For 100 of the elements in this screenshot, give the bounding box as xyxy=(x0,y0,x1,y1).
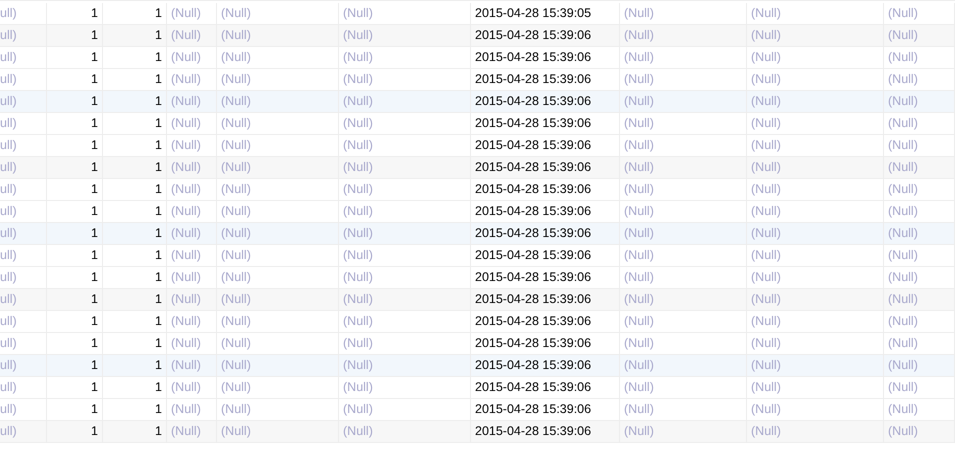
table-cell: (Null) xyxy=(747,289,884,310)
table-cell: (Null) xyxy=(884,267,955,288)
table-row[interactable]: ull) 1 1 (Null) (Null) (Null) 2015-04-28 15:39:06 (Null) (Null) (Null) xyxy=(0,355,955,377)
table-cell: 2015-04-28 15:39:06 xyxy=(471,69,620,90)
table-cell: (Null) xyxy=(167,421,217,442)
table-row[interactable]: ull) 1 1 (Null) (Null) (Null) 2015-04-28 15:39:06 (Null) (Null) (Null) xyxy=(0,333,955,355)
table-cell: 2015-04-28 15:39:06 xyxy=(471,47,620,68)
table-cell: (Null) xyxy=(167,245,217,266)
table-cell: (Null) xyxy=(620,399,747,420)
table-cell: (Null) xyxy=(167,201,217,222)
table-cell: (Null) xyxy=(620,377,747,398)
table-cell: ull) xyxy=(0,47,47,68)
table-cell: (Null) xyxy=(167,355,217,376)
table-cell: 1 xyxy=(103,245,167,266)
table-cell: ull) xyxy=(0,421,47,442)
table-cell: ull) xyxy=(0,135,47,156)
table-cell: (Null) xyxy=(217,421,339,442)
table-cell: (Null) xyxy=(217,311,339,332)
table-cell: (Null) xyxy=(747,91,884,112)
table-cell: (Null) xyxy=(217,47,339,68)
table-cell: (Null) xyxy=(339,399,471,420)
table-cell: (Null) xyxy=(884,3,955,24)
table-cell: (Null) xyxy=(339,377,471,398)
table-cell: ull) xyxy=(0,179,47,200)
table-cell: (Null) xyxy=(339,91,471,112)
table-cell: (Null) xyxy=(167,3,217,24)
table-cell: 1 xyxy=(103,3,167,24)
table-cell: (Null) xyxy=(217,135,339,156)
table-cell: (Null) xyxy=(884,201,955,222)
table-cell: (Null) xyxy=(884,311,955,332)
table-cell: 2015-04-28 15:39:06 xyxy=(471,333,620,354)
table-row[interactable]: ull) 1 1 (Null) (Null) (Null) 2015-04-28 15:39:06 (Null) (Null) (Null) xyxy=(0,179,955,201)
table-cell: (Null) xyxy=(339,267,471,288)
table-cell: 2015-04-28 15:39:06 xyxy=(471,91,620,112)
table-cell: (Null) xyxy=(167,157,217,178)
table-row[interactable]: ull) 1 1 (Null) (Null) (Null) 2015-04-28 15:39:06 (Null) (Null) (Null) xyxy=(0,377,955,399)
table-row[interactable]: ull) 1 1 (Null) (Null) (Null) 2015-04-28 15:39:06 (Null) (Null) (Null) xyxy=(0,91,955,113)
table-cell: (Null) xyxy=(339,421,471,442)
table-row[interactable]: ull) 1 1 (Null) (Null) (Null) 2015-04-28 15:39:06 (Null) (Null) (Null) xyxy=(0,201,955,223)
table-cell: (Null) xyxy=(747,179,884,200)
table-cell: (Null) xyxy=(620,69,747,90)
table-cell: (Null) xyxy=(747,201,884,222)
table-cell: (Null) xyxy=(167,135,217,156)
table-cell: (Null) xyxy=(339,201,471,222)
table-row[interactable]: ull) 1 1 (Null) (Null) (Null) 2015-04-28 15:39:06 (Null) (Null) (Null) xyxy=(0,421,955,443)
table-cell: (Null) xyxy=(167,399,217,420)
table-cell: 1 xyxy=(103,113,167,134)
table-cell: ull) xyxy=(0,69,47,90)
table-row[interactable]: ull) 1 1 (Null) (Null) (Null) 2015-04-28 15:39:05 (Null) (Null) (Null) xyxy=(0,3,955,25)
table-cell: (Null) xyxy=(339,245,471,266)
table-row[interactable]: ull) 1 1 (Null) (Null) (Null) 2015-04-28 15:39:06 (Null) (Null) (Null) xyxy=(0,47,955,69)
table-row[interactable]: ull) 1 1 (Null) (Null) (Null) 2015-04-28 15:39:06 (Null) (Null) (Null) xyxy=(0,113,955,135)
table-cell: 1 xyxy=(47,267,103,288)
table-row[interactable]: ull) 1 1 (Null) (Null) (Null) 2015-04-28 15:39:06 (Null) (Null) (Null) xyxy=(0,25,955,47)
table-cell: (Null) xyxy=(884,223,955,244)
table-cell: 2015-04-28 15:39:06 xyxy=(471,135,620,156)
table-cell: 1 xyxy=(103,223,167,244)
table-cell: (Null) xyxy=(339,47,471,68)
table-row[interactable]: ull) 1 1 (Null) (Null) (Null) 2015-04-28 15:39:06 (Null) (Null) (Null) xyxy=(0,223,955,245)
table-cell: (Null) xyxy=(747,69,884,90)
table-cell: (Null) xyxy=(167,25,217,46)
table-cell: 2015-04-28 15:39:06 xyxy=(471,267,620,288)
table-cell: (Null) xyxy=(884,377,955,398)
table-cell: 2015-04-28 15:39:06 xyxy=(471,223,620,244)
table-cell: (Null) xyxy=(747,3,884,24)
table-cell: (Null) xyxy=(167,311,217,332)
table-cell: (Null) xyxy=(884,333,955,354)
table-cell: ull) xyxy=(0,311,47,332)
table-cell: (Null) xyxy=(620,91,747,112)
table-cell: 1 xyxy=(103,135,167,156)
table-cell: 1 xyxy=(103,333,167,354)
table-cell: 2015-04-28 15:39:06 xyxy=(471,399,620,420)
table-cell: (Null) xyxy=(747,311,884,332)
table-row[interactable]: ull) 1 1 (Null) (Null) (Null) 2015-04-28 15:39:06 (Null) (Null) (Null) xyxy=(0,267,955,289)
table-cell: 2015-04-28 15:39:06 xyxy=(471,377,620,398)
table-row[interactable]: ull) 1 1 (Null) (Null) (Null) 2015-04-28 15:39:06 (Null) (Null) (Null) xyxy=(0,69,955,91)
table-cell: 1 xyxy=(47,421,103,442)
table-row[interactable]: ull) 1 1 (Null) (Null) (Null) 2015-04-28 15:39:06 (Null) (Null) (Null) xyxy=(0,245,955,267)
table-cell: (Null) xyxy=(620,3,747,24)
table-cell: 1 xyxy=(47,311,103,332)
table-cell: 1 xyxy=(103,47,167,68)
table-cell: (Null) xyxy=(747,47,884,68)
table-cell: (Null) xyxy=(620,333,747,354)
table-row[interactable]: ull) 1 1 (Null) (Null) (Null) 2015-04-28 15:39:06 (Null) (Null) (Null) xyxy=(0,157,955,179)
table-cell: (Null) xyxy=(620,201,747,222)
table-cell: 1 xyxy=(47,245,103,266)
table-cell: (Null) xyxy=(620,157,747,178)
table-cell: 2015-04-28 15:39:06 xyxy=(471,355,620,376)
table-cell: 1 xyxy=(47,179,103,200)
table-cell: (Null) xyxy=(747,421,884,442)
table-row[interactable]: ull) 1 1 (Null) (Null) (Null) 2015-04-28 15:39:06 (Null) (Null) (Null) xyxy=(0,399,955,421)
table-row[interactable]: ull) 1 1 (Null) (Null) (Null) 2015-04-28 15:39:06 (Null) (Null) (Null) xyxy=(0,289,955,311)
table-row[interactable]: ull) 1 1 (Null) (Null) (Null) 2015-04-28 15:39:06 (Null) (Null) (Null) xyxy=(0,135,955,157)
table-cell: 1 xyxy=(103,399,167,420)
table-cell: (Null) xyxy=(217,113,339,134)
table-cell: 1 xyxy=(47,3,103,24)
table-cell: ull) xyxy=(0,91,47,112)
table-cell: (Null) xyxy=(884,91,955,112)
table-row[interactable]: ull) 1 1 (Null) (Null) (Null) 2015-04-28 15:39:06 (Null) (Null) (Null) xyxy=(0,311,955,333)
table-cell: (Null) xyxy=(620,267,747,288)
